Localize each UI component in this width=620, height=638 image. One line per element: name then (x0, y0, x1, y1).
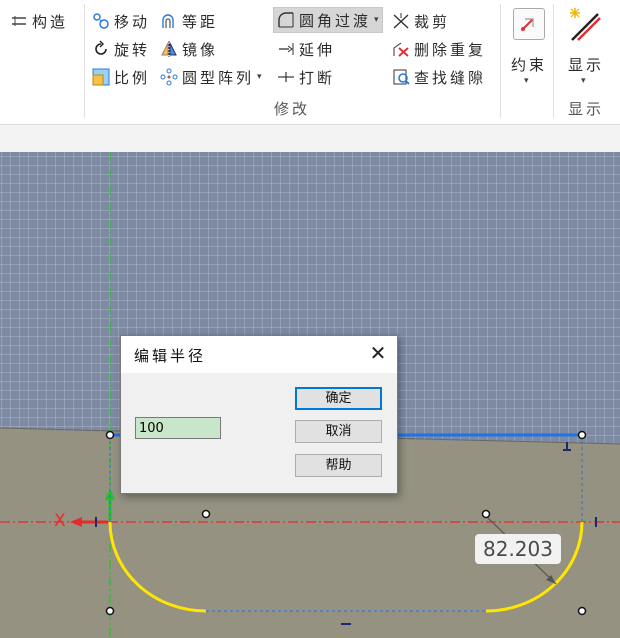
break-button[interactable]: 打断 (277, 65, 335, 89)
trim-label: 裁剪 (414, 12, 451, 31)
chevron-down-icon[interactable]: ▾ (257, 72, 262, 82)
construct-icon (10, 12, 28, 30)
find-gap-button[interactable]: 查找缝隙 (392, 65, 486, 89)
offset-icon (160, 12, 178, 30)
find-gap-icon (392, 68, 410, 86)
arc-center-point[interactable] (481, 509, 491, 519)
ribbon-toolbar: 构造 移动 旋转 比例 等距 镜像 圆型阵列 ▾ 圆角过渡 ▾ 延伸 打断 裁剪… (0, 0, 620, 125)
sketch-point[interactable] (577, 606, 587, 616)
construct-button[interactable]: 构造 (10, 9, 68, 33)
break-label: 打断 (299, 68, 336, 87)
fillet-button[interactable]: 圆角过渡 ▾ (273, 7, 383, 33)
x-axis-label: X (54, 511, 66, 531)
modify-group-label: 修改 (274, 100, 311, 118)
move-button[interactable]: 移动 (92, 9, 150, 33)
move-label: 移动 (114, 12, 151, 31)
ribbon-separator (500, 4, 501, 118)
mirror-button[interactable]: 镜像 (160, 37, 218, 61)
rotate-button[interactable]: 旋转 (92, 37, 150, 61)
rotate-label: 旋转 (114, 40, 151, 59)
cancel-button[interactable]: 取消 (295, 420, 382, 443)
delete-duplicate-label: 删除重复 (414, 40, 487, 59)
circular-pattern-icon (160, 68, 178, 86)
pattern-button[interactable]: 圆型阵列 ▾ (160, 65, 262, 89)
display-button[interactable]: 显示 ▾ (560, 6, 610, 92)
radius-input[interactable] (135, 417, 221, 439)
arc-center-point[interactable] (201, 509, 211, 519)
delete-duplicate-button[interactable]: 删除重复 (392, 37, 486, 61)
help-button[interactable]: 帮助 (295, 454, 382, 477)
trim-icon (392, 12, 410, 30)
offset-label: 等距 (182, 12, 219, 31)
sketch-point[interactable] (577, 430, 587, 440)
chevron-down-icon[interactable]: ▾ (374, 15, 379, 25)
fillet-label: 圆角过渡 (299, 11, 372, 30)
ribbon-separator (553, 4, 554, 118)
scale-icon (92, 68, 110, 86)
find-gap-label: 查找缝隙 (414, 68, 487, 87)
dialog-title: 编辑半径 (134, 347, 207, 365)
constraint-button[interactable]: 约束 ▾ (507, 6, 551, 92)
ribbon-gap (0, 125, 620, 152)
delete-duplicate-icon (392, 40, 410, 58)
fillet-icon (277, 11, 295, 29)
mirror-icon (160, 40, 178, 58)
offset-button[interactable]: 等距 (160, 9, 218, 33)
sketch-point[interactable] (105, 430, 115, 440)
pattern-label: 圆型阵列 (182, 68, 255, 87)
extend-label: 延伸 (299, 40, 336, 59)
scale-button[interactable]: 比例 (92, 65, 150, 89)
ribbon-separator (84, 4, 85, 118)
chevron-down-icon: ▾ (581, 76, 586, 86)
radius-dimension[interactable]: 82.203 (475, 534, 561, 564)
rotate-icon (92, 40, 110, 58)
break-icon (277, 68, 295, 86)
display-label: 显示 (568, 56, 605, 74)
display-icon (566, 6, 602, 42)
chevron-down-icon: ▾ (524, 76, 529, 86)
extend-icon (277, 40, 295, 58)
trim-button[interactable]: 裁剪 (392, 9, 450, 33)
dialog-body: 确定 取消 帮助 (121, 373, 397, 493)
move-icon (92, 12, 110, 30)
construct-label: 构造 (32, 12, 69, 31)
close-icon[interactable]: ✕ (367, 342, 389, 364)
edit-radius-dialog: 编辑半径 ✕ 确定 取消 帮助 (120, 335, 398, 494)
mirror-label: 镜像 (182, 40, 219, 59)
constraint-icon (513, 8, 545, 40)
ok-button[interactable]: 确定 (295, 387, 382, 410)
extend-button[interactable]: 延伸 (277, 37, 335, 61)
scale-label: 比例 (114, 68, 151, 87)
display-group-label: 显示 (568, 100, 605, 118)
sketch-point[interactable] (105, 606, 115, 616)
constraint-label: 约束 (511, 56, 548, 74)
